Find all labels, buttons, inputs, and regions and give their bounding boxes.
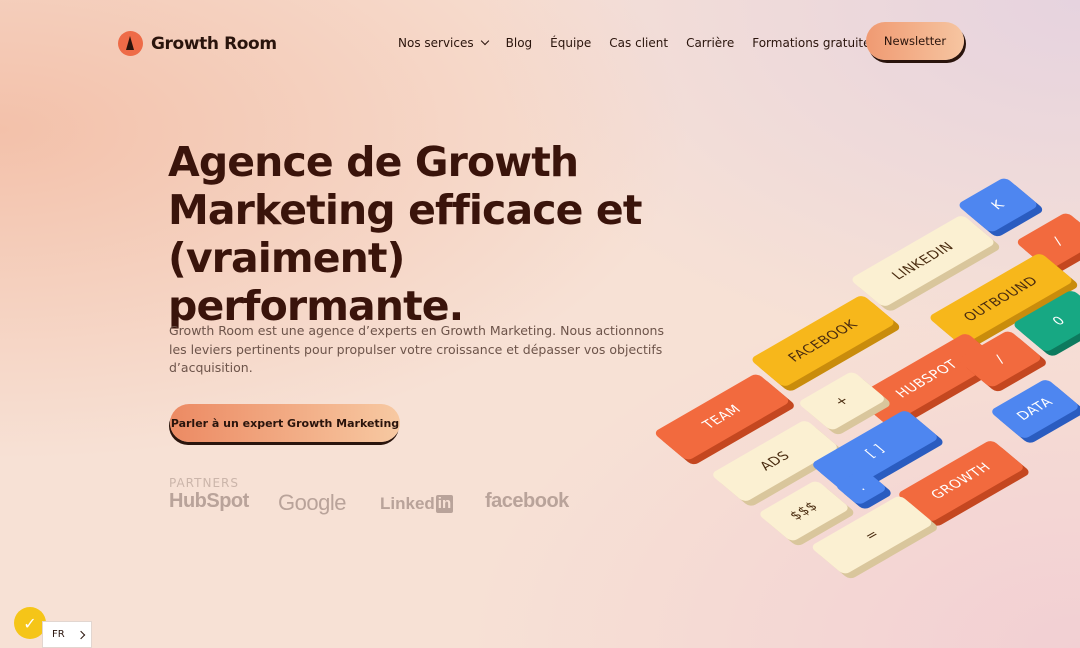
nav-item-case-studies[interactable]: Cas client [609, 36, 668, 50]
cta-talk-to-expert-button[interactable]: Parler à un expert Growth Marketing [170, 404, 400, 442]
nav-label: Équipe [550, 36, 592, 50]
rocket-logo-icon [118, 31, 143, 56]
hero-title-line: (vraiment) performante. [168, 234, 464, 330]
nav-item-careers[interactable]: Carrière [686, 36, 734, 50]
nav-item-blog[interactable]: Blog [506, 36, 533, 50]
hero-title: Agence de Growth Marketing efficace et (… [168, 138, 688, 330]
nav-label: Cas client [609, 36, 669, 50]
language-selector[interactable]: FR [42, 621, 92, 648]
hero-description: Growth Room est une agence d’experts en … [169, 323, 664, 375]
linkedin-logo: Linked in [380, 494, 454, 514]
hero-title-line: Marketing efficace et [168, 186, 642, 234]
main-nav: Nos services Blog Équipe Cas client Carr… [398, 36, 909, 50]
nav-label: Formations gratuites [752, 36, 877, 50]
keyboard-illustration: K / LINKEDIN OUTBOUND 0 FACEBOOK HUBSPOT… [640, 160, 1080, 590]
hubspot-logo: HubSpot [169, 490, 249, 512]
nav-label: Carrière [686, 36, 735, 50]
facebook-logo: facebook [485, 490, 569, 512]
nav-label: Blog [505, 36, 533, 50]
nav-item-services[interactable]: Nos services [398, 36, 489, 50]
key-plus: + [797, 370, 887, 432]
nav-item-team[interactable]: Équipe [550, 36, 591, 50]
partners-label: PARTNERS [169, 476, 239, 490]
key-facebook: FACEBOOK [749, 294, 897, 388]
language-code: FR [52, 629, 65, 640]
google-logo: Google [278, 490, 346, 515]
logo[interactable]: Growth Room [118, 31, 277, 56]
logo-text: Growth Room [151, 33, 277, 54]
hero-title-line: Agence de Growth [168, 138, 579, 186]
chevron-right-icon [76, 630, 86, 639]
newsletter-button[interactable]: Newsletter [866, 22, 964, 60]
linkedin-in-icon: in [435, 495, 454, 513]
linkedin-logo-text: Linked [380, 494, 435, 513]
nav-label: Nos services [398, 36, 474, 50]
key-data: DATA [989, 378, 1080, 440]
chevron-down-icon [480, 36, 489, 46]
